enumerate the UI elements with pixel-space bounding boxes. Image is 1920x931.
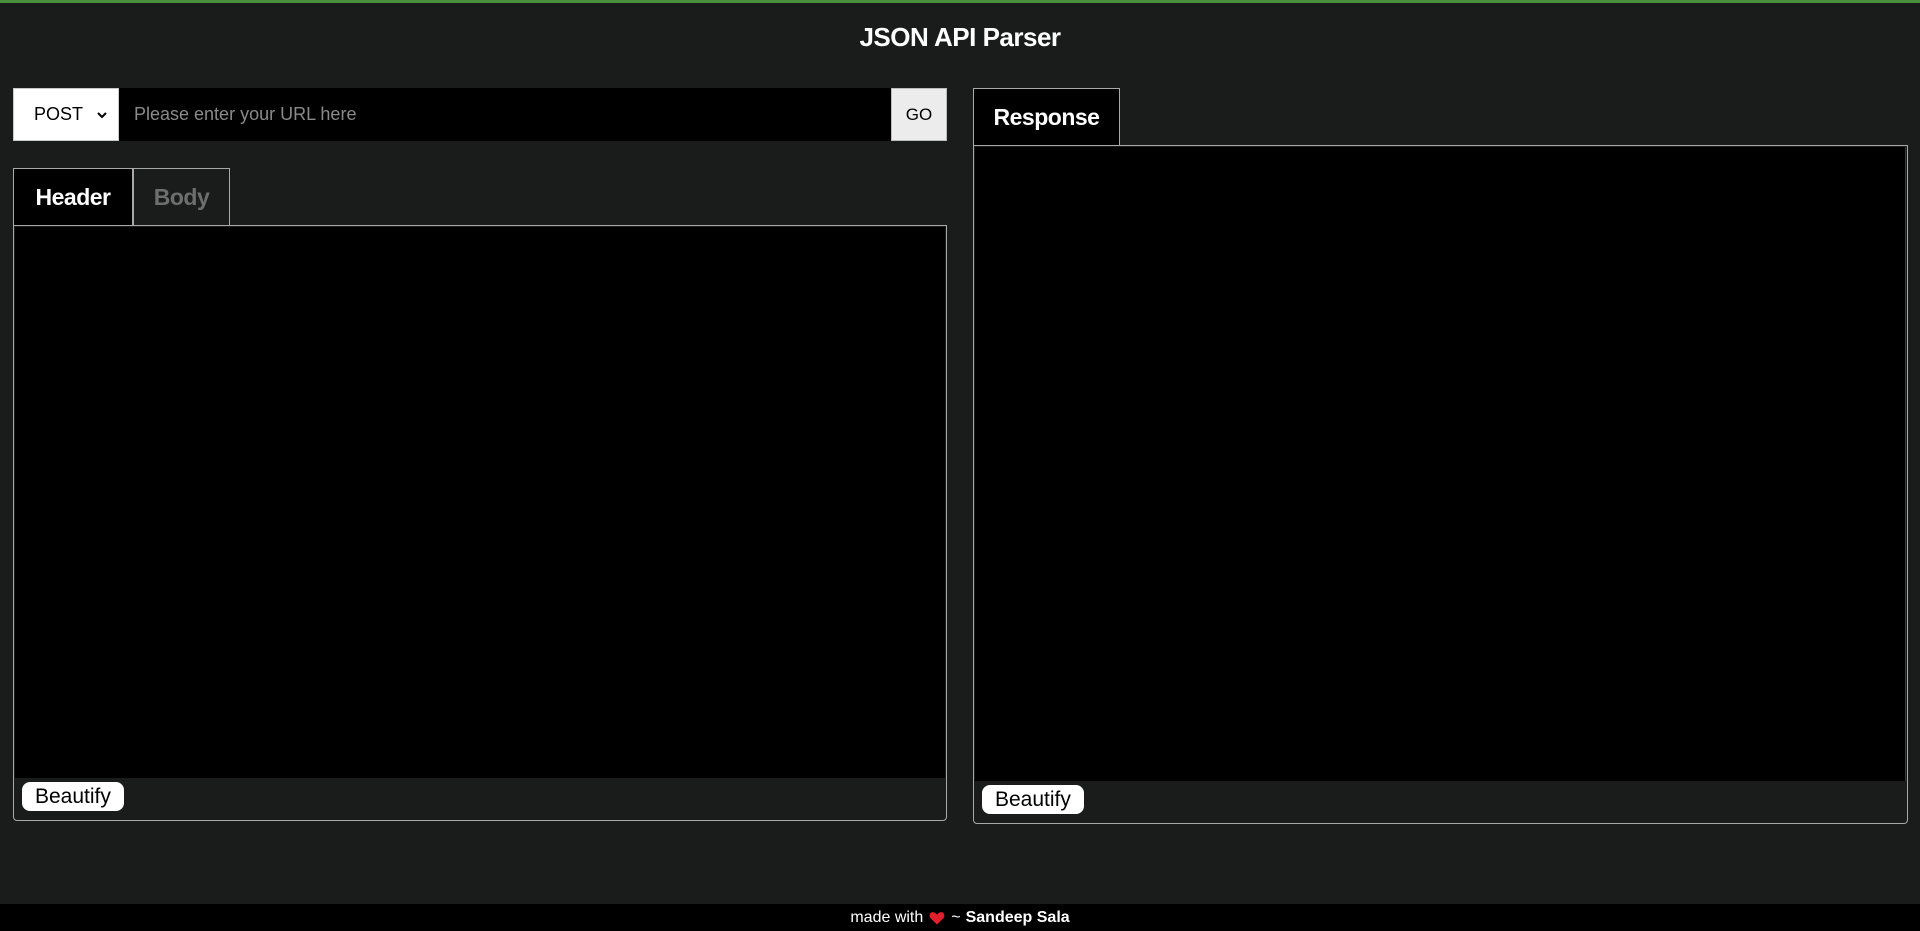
tab-header-label: Header — [35, 183, 111, 210]
request-bar: POST GO — [13, 88, 947, 141]
request-editor[interactable] — [15, 227, 945, 778]
response-panel: Response Beautify — [973, 88, 1908, 824]
request-panel: Header Body Beautify — [13, 168, 947, 821]
request-editor-box: Beautify — [13, 225, 947, 821]
tab-response[interactable]: Response — [973, 88, 1120, 145]
footer-prefix: made with — [850, 908, 924, 926]
page-title: JSON API Parser — [859, 22, 1061, 52]
response-viewer[interactable] — [975, 147, 1906, 781]
tab-body[interactable]: Body — [133, 168, 230, 225]
top-accent-bar — [0, 0, 1920, 3]
request-editor-footer: Beautify — [14, 779, 946, 821]
site-footer: made with ~ Sandeep Sala — [0, 904, 1920, 931]
footer-author: Sandeep Sala — [965, 908, 1070, 926]
response-beautify-button[interactable]: Beautify — [982, 785, 1084, 814]
response-tabs: Response — [973, 88, 1908, 145]
request-tabs: Header Body — [13, 168, 947, 225]
url-input[interactable] — [119, 88, 891, 141]
tab-header[interactable]: Header — [13, 168, 133, 225]
chevron-down-icon — [97, 112, 107, 119]
tab-body-label: Body — [153, 183, 210, 210]
go-button[interactable]: GO — [891, 88, 947, 141]
heart-icon — [929, 911, 945, 924]
footer-separator: ~ — [951, 908, 961, 926]
response-editor-footer: Beautify — [974, 782, 1907, 824]
request-beautify-button[interactable]: Beautify — [22, 782, 124, 811]
response-editor-box: Beautify — [973, 145, 1908, 824]
tab-response-label: Response — [993, 103, 1100, 130]
method-select[interactable]: POST — [13, 88, 119, 141]
method-select-value: POST — [34, 104, 84, 124]
